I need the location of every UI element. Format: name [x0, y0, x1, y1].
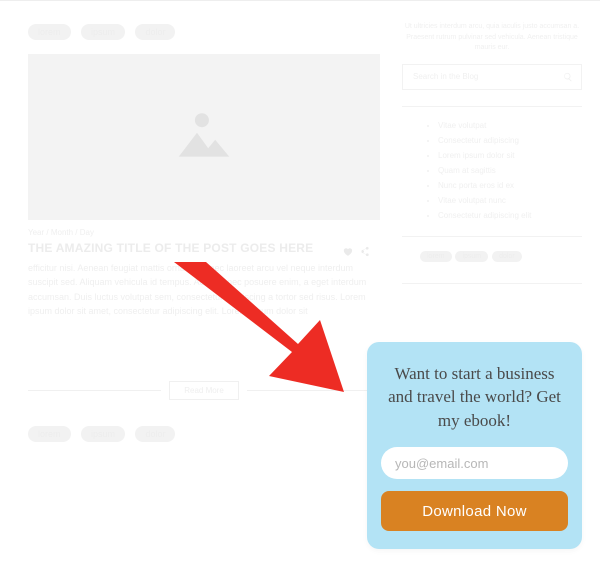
- post-date: Year / Month / Day: [28, 228, 380, 237]
- read-more-button[interactable]: Read More: [169, 381, 239, 400]
- search-icon: [563, 72, 573, 82]
- list-item[interactable]: Lorem ipsum dolor sit: [438, 151, 582, 160]
- divider-line: [247, 390, 380, 391]
- sidebar-list: Vitae volutpat Consectetur adipiscing Lo…: [402, 121, 582, 220]
- post-tags-bottom: lorem ipsum dolor: [28, 424, 380, 442]
- post-tag[interactable]: dolor: [135, 24, 175, 40]
- post-tag[interactable]: dolor: [135, 426, 175, 442]
- post-hero-image: [28, 54, 380, 220]
- top-border: [0, 0, 600, 1]
- list-item[interactable]: Consectetur adipiscing: [438, 136, 582, 145]
- post-tag[interactable]: lorem: [28, 426, 71, 442]
- popup-title: Want to start a business and travel the …: [381, 362, 568, 433]
- share-icon[interactable]: [359, 244, 370, 262]
- sidebar-tag[interactable]: ipsum: [455, 251, 488, 262]
- email-field[interactable]: [381, 447, 568, 479]
- image-placeholder-icon: [169, 102, 239, 172]
- search-input[interactable]: [411, 71, 563, 82]
- post-tags: lorem ipsum dolor: [28, 22, 380, 40]
- list-item[interactable]: Nunc porta eros id ex: [438, 181, 582, 190]
- post-tag[interactable]: ipsum: [81, 24, 125, 40]
- sidebar-tag[interactable]: lorem: [420, 251, 452, 262]
- post-tag[interactable]: lorem: [28, 24, 71, 40]
- sidebar-tags: lorem ipsum dolor: [402, 251, 582, 265]
- sidebar-tag[interactable]: dolor: [492, 251, 522, 262]
- post-tag[interactable]: ipsum: [81, 426, 125, 442]
- post-title: THE AMAZING TITLE OF THE POST GOES HERE: [28, 241, 380, 255]
- post-main: lorem ipsum dolor Year / Month / Day THE…: [28, 22, 380, 456]
- sidebar-divider: [402, 236, 582, 237]
- divider-line: [28, 390, 161, 391]
- list-item[interactable]: Quam at sagittis: [438, 166, 582, 175]
- list-item[interactable]: Vitae volutpat nunc: [438, 196, 582, 205]
- post-actions: [342, 244, 370, 262]
- like-icon[interactable]: [342, 244, 353, 262]
- sidebar-blurb: Ut ultricies interdum arcu, quia iaculis…: [402, 22, 582, 64]
- search-box[interactable]: [402, 64, 582, 90]
- email-popup: Want to start a business and travel the …: [367, 342, 582, 549]
- download-button[interactable]: Download Now: [381, 491, 568, 531]
- sidebar-divider: [402, 283, 582, 284]
- sidebar-divider: [402, 106, 582, 107]
- list-item[interactable]: Vitae volutpat: [438, 121, 582, 130]
- read-more-row: Read More: [28, 381, 380, 400]
- post-excerpt: efficitur nisi. Aenean feugiat mattis or…: [28, 261, 380, 319]
- list-item[interactable]: Consectetur adipiscing elit: [438, 211, 582, 220]
